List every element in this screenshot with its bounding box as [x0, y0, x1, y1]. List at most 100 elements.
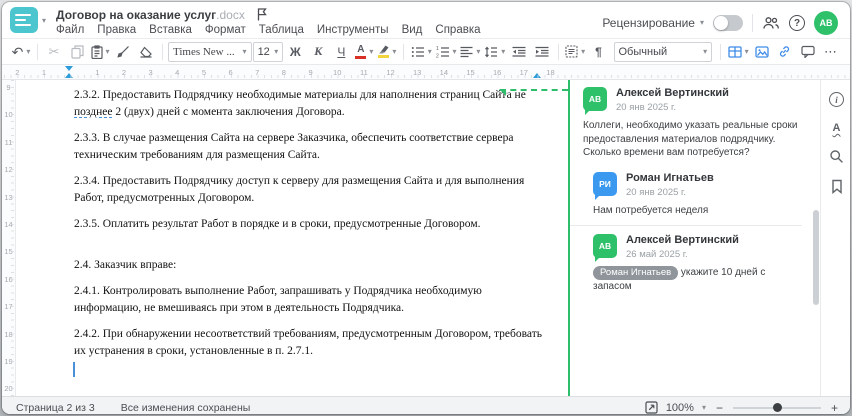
zoom-in-button[interactable]: +	[829, 401, 840, 415]
chevron-down-icon[interactable]: ▾	[700, 19, 704, 27]
page-indicator[interactable]: Страница 2 из 3	[16, 402, 95, 414]
font-name-select[interactable]: Times New ... ▾	[168, 41, 252, 62]
comment-author: Роман Игнатьев	[626, 171, 714, 184]
chevron-down-icon[interactable]: ▾	[501, 47, 505, 56]
comment-item[interactable]: РИ Роман Игнатьев 20 янв 2025 г. Нам пот…	[593, 171, 802, 218]
bullet-list-button[interactable]: ▾	[409, 42, 433, 62]
ruler-number: 16	[4, 274, 13, 284]
chevron-down-icon[interactable]: ▾	[42, 17, 46, 25]
ruler-number: 8	[281, 67, 286, 77]
bookmark-icon[interactable]	[831, 179, 843, 194]
increase-indent-button[interactable]	[531, 42, 553, 62]
menu-item[interactable]: Вид	[402, 24, 423, 36]
zoom-slider[interactable]	[732, 403, 821, 412]
app-logo[interactable]	[10, 7, 38, 33]
comment-item[interactable]: АВ Алексей Вертинский 20 янв 2025 г. Кол…	[583, 87, 802, 160]
clear-style-button[interactable]	[135, 42, 157, 62]
commented-word[interactable]: позднее	[74, 106, 112, 118]
paragraph-settings-button[interactable]: ▾	[564, 42, 587, 62]
insert-comment-button[interactable]	[797, 42, 819, 62]
comment-item[interactable]: АВ Алексей Вертинский 26 май 2025 г. Ром…	[593, 234, 802, 294]
divider	[570, 225, 802, 226]
chevron-down-icon[interactable]: ▾	[453, 47, 457, 56]
vertical-ruler[interactable]: 9 10 11 12 13 14 15 16 17 18 19 20	[2, 80, 16, 396]
zoom-value[interactable]: 100%	[666, 402, 694, 414]
nonprinting-chars-button[interactable]: ¶	[588, 42, 610, 62]
comment-date: 20 янв 2025 г.	[626, 186, 687, 198]
copy-button[interactable]	[66, 42, 88, 62]
chevron-down-icon: ▾	[242, 46, 247, 56]
insert-link-button[interactable]	[774, 42, 796, 62]
review-toggle[interactable]	[713, 15, 743, 31]
document-page[interactable]: 2.3.2. Предоставить Подрядчику необходим…	[16, 80, 568, 396]
highlight-button[interactable]: ▾	[376, 42, 398, 62]
style-select[interactable]: Обычный ▾	[613, 41, 713, 62]
fit-width-icon[interactable]	[645, 401, 658, 414]
divider	[720, 43, 722, 60]
chevron-down-icon[interactable]: ▾	[26, 47, 30, 56]
font-size-select[interactable]: 12 ▾	[252, 41, 284, 62]
ruler-number: 10	[333, 67, 342, 77]
menu-item[interactable]: Таблица	[259, 24, 304, 36]
document-extension: .docx	[216, 7, 245, 22]
chevron-down-icon[interactable]: ▾	[428, 47, 432, 56]
spellcheck-icon[interactable]: А	[833, 122, 841, 134]
menu-item[interactable]: Вставка	[149, 24, 192, 36]
vertical-scrollbar[interactable]	[812, 80, 820, 396]
chevron-down-icon[interactable]: ▾	[369, 47, 373, 56]
mention-chip[interactable]: Роман Игнатьев	[593, 266, 679, 280]
highlight-icon	[378, 45, 390, 58]
help-icon[interactable]: ?	[789, 15, 805, 31]
review-mode-label[interactable]: Рецензирование	[602, 16, 695, 30]
more-button[interactable]: ⋯	[820, 42, 842, 62]
bold-button[interactable]: Ж	[284, 42, 306, 62]
underline-button[interactable]: Ч	[330, 42, 352, 62]
font-name-value: Times New ...	[173, 45, 235, 58]
comments-panel: АВ Алексей Вертинский 20 янв 2025 г. Кол…	[568, 80, 812, 396]
chevron-down-icon: ▾	[703, 46, 708, 56]
align-button[interactable]: ▾	[459, 42, 482, 62]
decrease-indent-button[interactable]	[508, 42, 530, 62]
zoom-slider-handle[interactable]	[772, 403, 782, 412]
format-painter-button[interactable]	[112, 42, 134, 62]
zoom-out-button[interactable]: −	[714, 401, 725, 415]
avatar[interactable]: АВ	[814, 11, 838, 35]
menu-item[interactable]: Правка	[97, 24, 136, 36]
chevron-down-icon[interactable]: ▾	[106, 47, 110, 56]
menu-item[interactable]: Файл	[56, 24, 84, 36]
chevron-down-icon[interactable]: ▾	[581, 47, 585, 56]
users-icon[interactable]	[762, 16, 780, 30]
chevron-down-icon[interactable]: ▾	[392, 47, 396, 56]
align-icon	[460, 46, 473, 58]
line-spacing-button[interactable]: ▾	[483, 42, 507, 62]
horizontal-ruler[interactable]: 2 1 1 2 3 4 5 6 7 8 9 10 11 12 13 14 15 16 17 18	[2, 65, 850, 80]
undo-button[interactable]: ↶ ▾	[10, 42, 32, 62]
chevron-down-icon[interactable]: ▾	[702, 403, 706, 412]
flag-icon[interactable]	[257, 8, 267, 21]
chevron-down-icon[interactable]: ▾	[476, 47, 480, 56]
chevron-down-icon[interactable]: ▾	[745, 47, 749, 56]
menu-item[interactable]: Формат	[205, 24, 246, 36]
chevron-down-icon: ▾	[274, 46, 279, 56]
outdent-icon	[512, 46, 526, 58]
insert-table-button[interactable]: ▾	[726, 42, 750, 62]
menu-item[interactable]: Инструменты	[317, 24, 389, 36]
status-bar: Страница 2 из 3 Все изменения сохранены …	[2, 396, 850, 414]
ruler-number: 5	[201, 67, 206, 77]
insert-image-button[interactable]	[751, 42, 773, 62]
paragraph-settings-icon	[565, 45, 578, 58]
first-line-indent-marker[interactable]	[65, 66, 73, 71]
cut-button[interactable]: ✂	[43, 42, 65, 62]
paste-button[interactable]: ▾	[89, 42, 111, 62]
numbered-list-button[interactable]: 1 2 ▾	[434, 42, 458, 62]
menu-item[interactable]: Справка	[435, 24, 480, 36]
left-indent-marker[interactable]	[65, 73, 73, 78]
ruler-number: 9	[6, 83, 11, 92]
font-color-button[interactable]: А ▾	[353, 42, 375, 62]
right-indent-marker[interactable]	[533, 73, 541, 78]
search-icon[interactable]	[829, 149, 844, 164]
italic-button[interactable]: К	[307, 42, 329, 62]
scrollbar-thumb[interactable]	[813, 210, 819, 305]
info-icon[interactable]: i	[829, 92, 844, 107]
font-color-icon: А	[355, 44, 367, 59]
